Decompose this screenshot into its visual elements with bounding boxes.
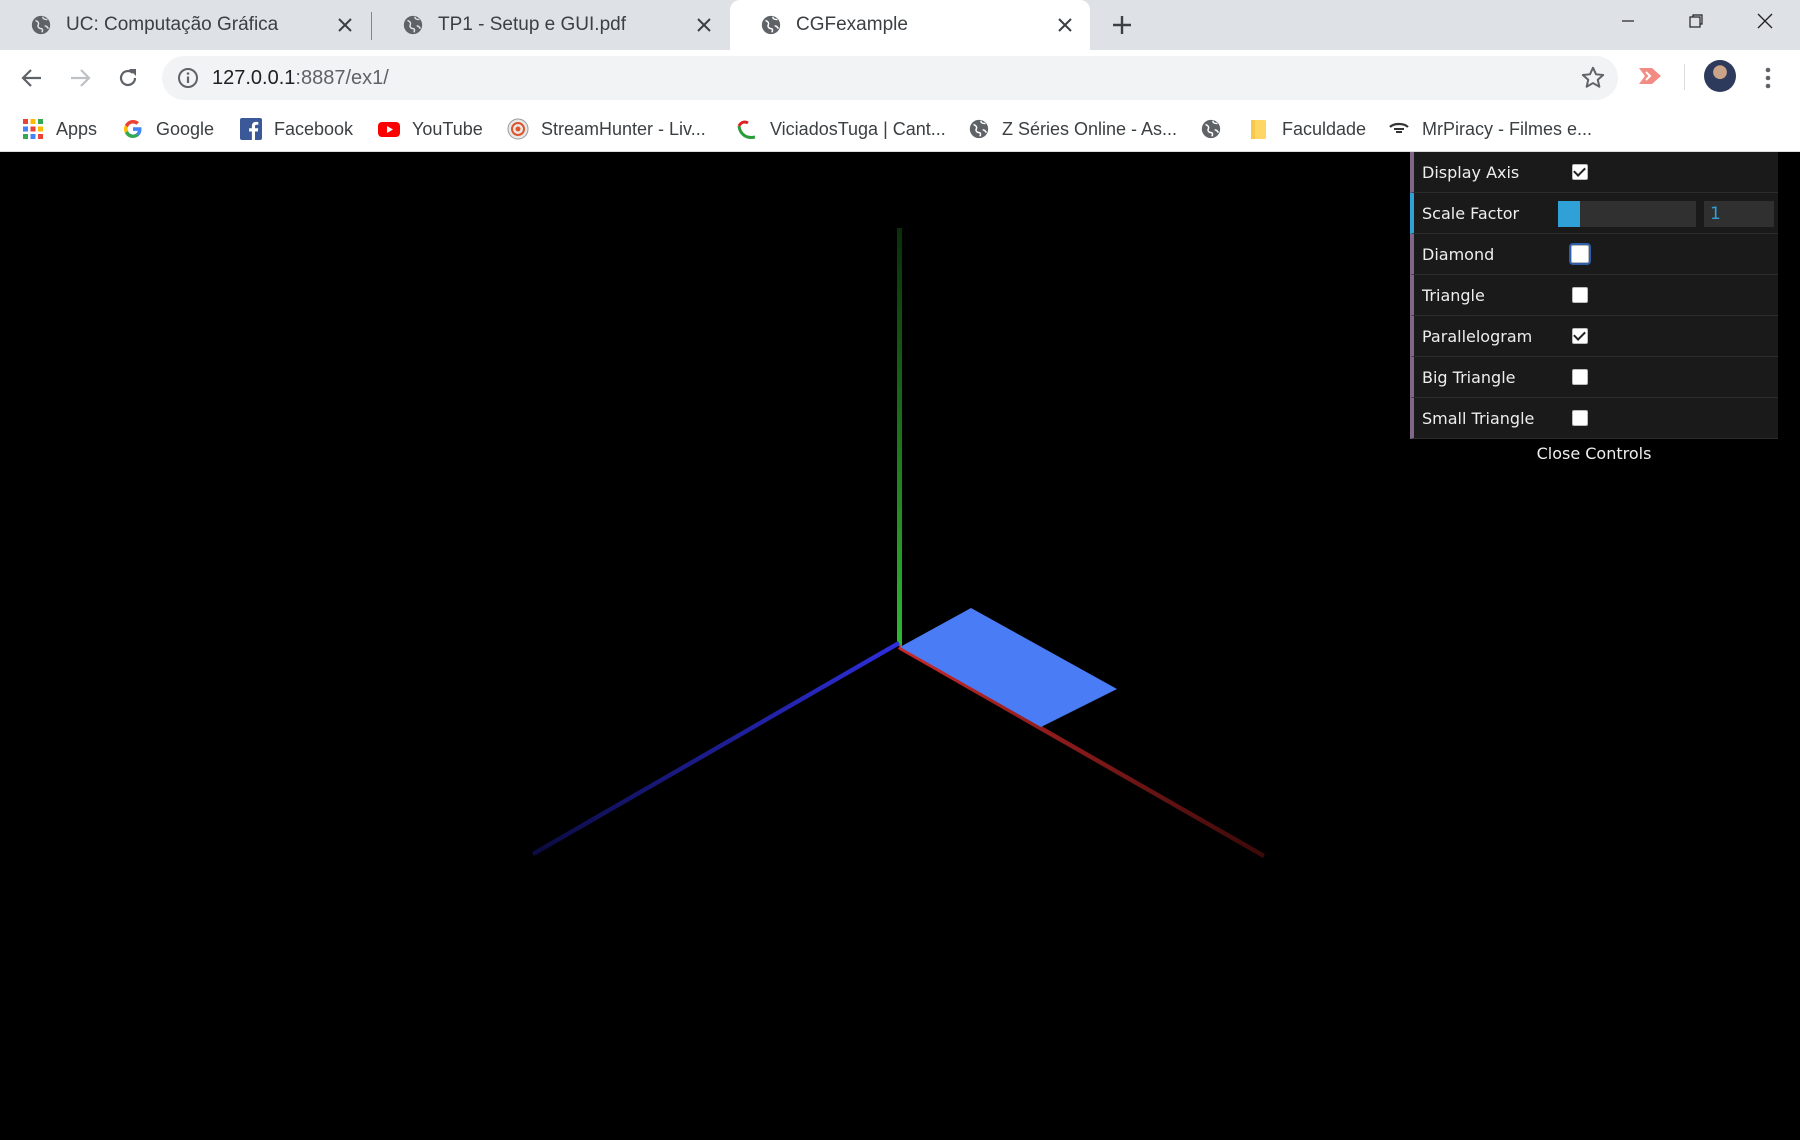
display-axis-checkbox[interactable] <box>1572 164 1588 180</box>
reload-button[interactable] <box>108 58 148 98</box>
apps-grid-icon <box>23 119 43 139</box>
bookmark-label: Z Séries Online - As... <box>1002 118 1178 139</box>
tab-title: TP1 - Setup e GUI.pdf <box>438 14 626 35</box>
url-host: 127.0.0.1 <box>212 67 296 89</box>
bookmark-label: Faculdade <box>1282 118 1367 139</box>
facebook-icon <box>240 118 262 140</box>
plus-icon <box>1113 16 1131 34</box>
arrow-right-icon <box>71 69 91 87</box>
diamond-checkbox[interactable] <box>1571 245 1589 263</box>
kebab-menu-icon <box>1765 67 1771 89</box>
toolbar-divider <box>1684 64 1685 90</box>
bookmark-label: Google <box>156 118 215 139</box>
bookmarks-bar: Apps Google Facebook YouTube StreamHunte… <box>0 106 1800 152</box>
globe-icon <box>403 15 423 35</box>
checkmark-icon <box>1573 164 1586 177</box>
address-bar[interactable]: 127.0.0.1:8887/ex1/ <box>162 56 1618 100</box>
control-diamond: Diamond <box>1410 234 1778 275</box>
control-label: Small Triangle <box>1422 409 1535 428</box>
minimize-icon <box>1622 20 1634 22</box>
back-button[interactable] <box>12 58 52 98</box>
bookmark-apps[interactable]: Apps <box>22 114 97 144</box>
arrow-left-icon <box>21 69 41 87</box>
youtube-icon <box>378 122 400 137</box>
globe-icon <box>31 15 51 35</box>
close-window-button[interactable] <box>1731 0 1799 42</box>
streamhunter-icon <box>507 118 529 140</box>
tab-cgfexample[interactable]: CGFexample <box>730 0 1090 50</box>
control-big-triangle: Big Triangle <box>1410 357 1778 398</box>
controls-panel: Display Axis Scale Factor 1 Diamond Tria… <box>1410 152 1778 469</box>
control-triangle: Triangle <box>1410 275 1778 316</box>
close-controls-button[interactable]: Close Controls <box>1410 439 1778 469</box>
control-label: Big Triangle <box>1422 368 1516 387</box>
checkmark-icon <box>1573 328 1586 341</box>
small-triangle-checkbox[interactable] <box>1572 410 1588 426</box>
tab-title: CGFexample <box>796 14 908 35</box>
globe-icon <box>761 15 781 35</box>
close-tab-icon[interactable] <box>1054 14 1076 36</box>
minimize-button[interactable] <box>1594 0 1662 42</box>
bookmark-label: MrPiracy - Filmes e... <box>1422 118 1593 139</box>
bookmark-viciadostuga[interactable]: ViciadosTuga | Cant... <box>736 114 946 144</box>
star-icon[interactable] <box>1580 65 1606 91</box>
reload-icon <box>119 69 137 87</box>
control-label: Scale Factor <box>1422 204 1520 223</box>
new-tab-button[interactable] <box>1106 11 1138 39</box>
parallelogram-checkbox[interactable] <box>1572 328 1588 344</box>
bookmark-google[interactable]: Google <box>122 114 214 144</box>
url-path: :8887/ex1/ <box>295 67 389 89</box>
viciadostuga-icon <box>737 120 756 139</box>
bookmark-folder-faculdade[interactable]: Faculdade <box>1248 114 1366 144</box>
globe-icon <box>969 119 989 139</box>
bookmark-label: ViciadosTuga | Cant... <box>770 118 946 139</box>
slider-fill <box>1558 201 1581 227</box>
extension-icon[interactable] <box>1636 64 1666 88</box>
control-label: Diamond <box>1422 245 1495 264</box>
control-label: Triangle <box>1422 286 1485 305</box>
bookmark-mrpiracy[interactable]: MrPiracy - Filmes e... <box>1388 114 1592 144</box>
bookmark-z-series-online[interactable]: Z Séries Online - As... <box>968 114 1177 144</box>
control-display-axis: Display Axis <box>1410 152 1778 193</box>
tab-strip: UC: Computação Gráfica TP1 - Setup e GUI… <box>0 0 1800 50</box>
url-text[interactable]: 127.0.0.1:8887/ex1/ <box>212 67 389 90</box>
restore-button[interactable] <box>1662 0 1730 42</box>
triangle-checkbox[interactable] <box>1572 287 1588 303</box>
control-label: Display Axis <box>1422 163 1520 182</box>
bookmark-label: Facebook <box>274 118 354 139</box>
tab-uc-computacao-grafica[interactable]: UC: Computação Gráfica <box>0 0 370 50</box>
bookmark-streamhunter[interactable]: StreamHunter - Liv... <box>507 114 706 144</box>
big-triangle-checkbox[interactable] <box>1572 369 1588 385</box>
bookmark-label: Apps <box>56 118 98 139</box>
control-label: Parallelogram <box>1422 327 1533 346</box>
tab-tp1-setup-gui-pdf[interactable]: TP1 - Setup e GUI.pdf <box>372 0 729 50</box>
bookmark-label: YouTube <box>412 118 483 139</box>
bookmark-facebook[interactable]: Facebook <box>240 114 353 144</box>
info-icon[interactable] <box>176 66 200 90</box>
bookmark-youtube[interactable]: YouTube <box>378 114 483 144</box>
close-icon <box>1757 13 1773 29</box>
close-tab-icon[interactable] <box>693 14 715 36</box>
scale-factor-slider[interactable] <box>1558 201 1696 227</box>
menu-button[interactable] <box>1748 58 1788 98</box>
control-small-triangle: Small Triangle <box>1410 398 1778 439</box>
profile-avatar[interactable] <box>1704 60 1736 92</box>
close-tab-icon[interactable] <box>334 14 356 36</box>
mrpiracy-icon <box>1389 122 1409 133</box>
control-parallelogram: Parallelogram <box>1410 316 1778 357</box>
tab-title: UC: Computação Gráfica <box>66 14 279 35</box>
y-axis <box>897 228 902 646</box>
google-icon <box>124 120 142 138</box>
control-scale-factor: Scale Factor 1 <box>1410 193 1778 234</box>
z-axis <box>532 641 900 856</box>
scale-factor-input[interactable]: 1 <box>1704 201 1774 227</box>
globe-icon <box>1201 119 1221 139</box>
browser-toolbar: 127.0.0.1:8887/ex1/ <box>0 50 1800 106</box>
bookmark-label: StreamHunter - Liv... <box>541 118 706 139</box>
bookmark-untitled[interactable] <box>1200 114 1234 144</box>
folder-icon <box>1251 120 1266 139</box>
restore-icon <box>1689 14 1703 28</box>
forward-button[interactable] <box>60 58 100 98</box>
